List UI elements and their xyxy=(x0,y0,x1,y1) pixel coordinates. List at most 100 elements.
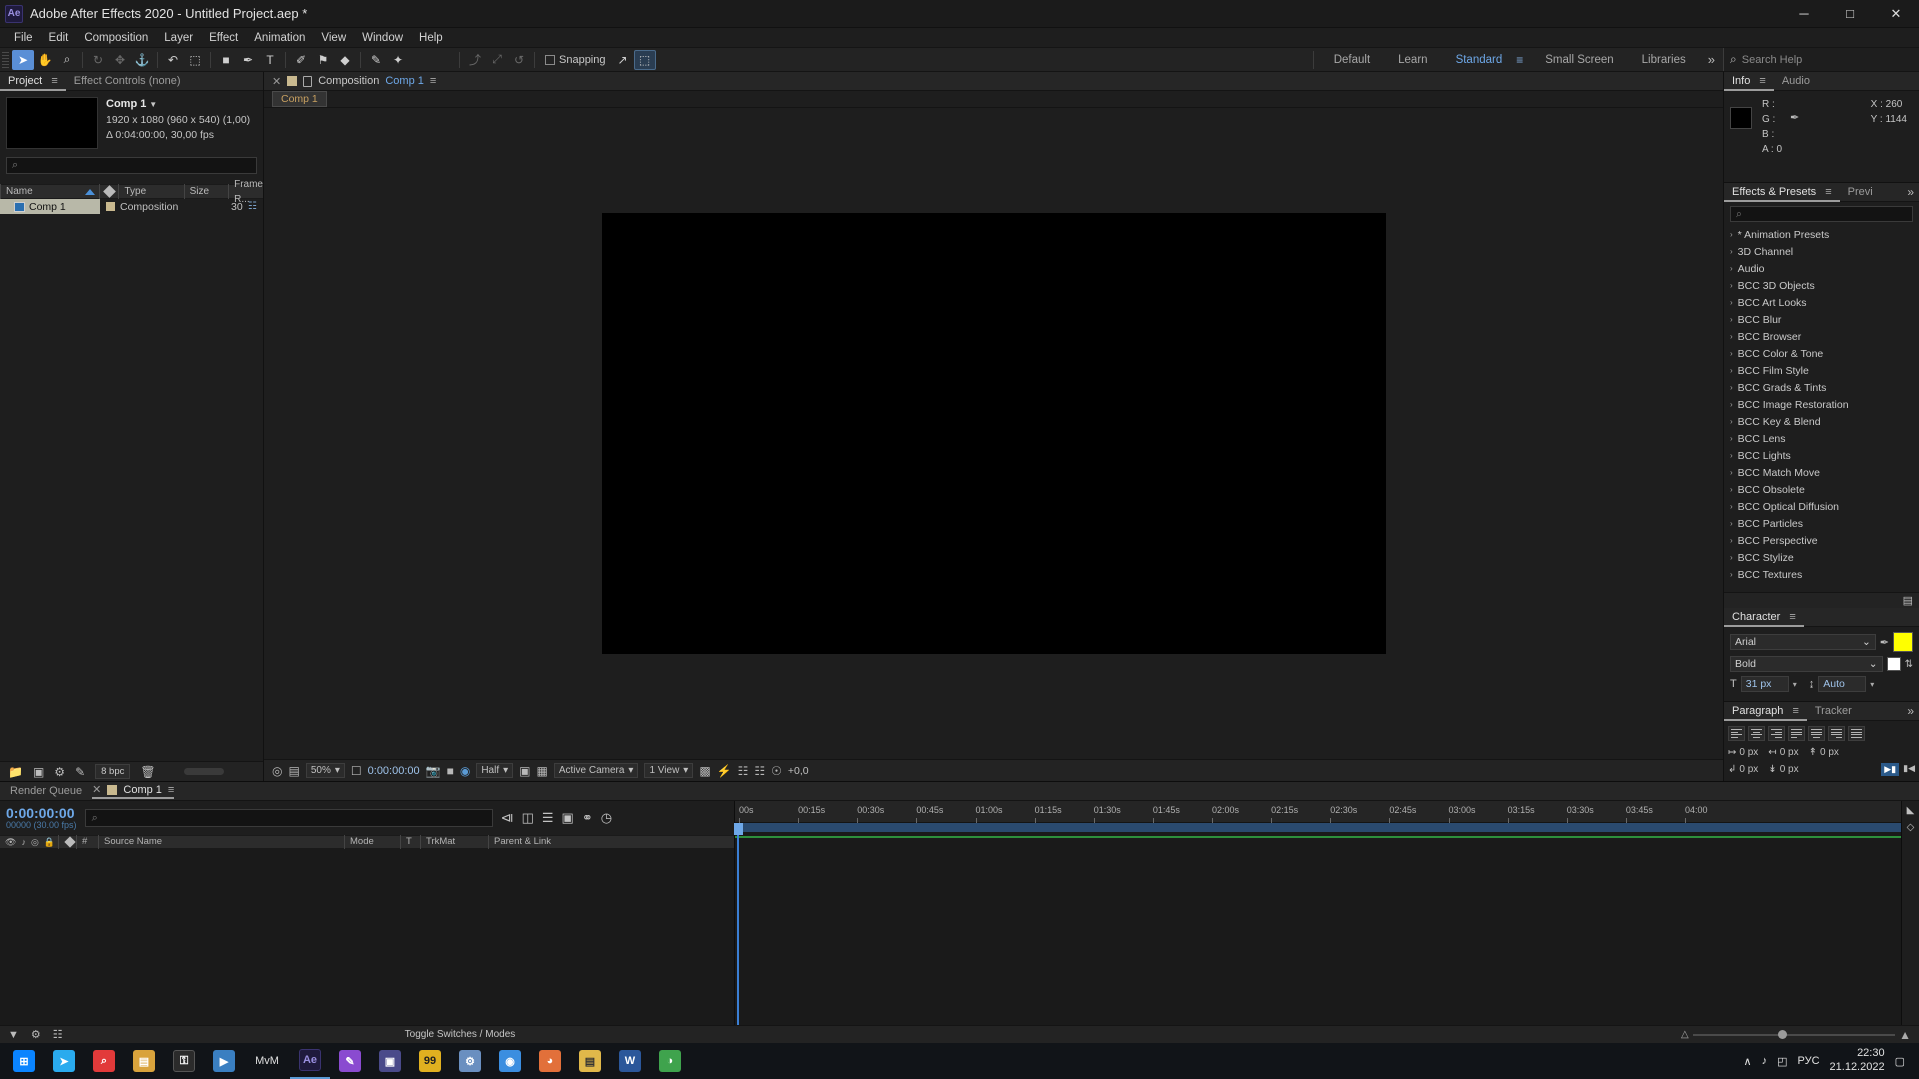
list-item[interactable]: › 3D Channel xyxy=(1724,243,1919,260)
tab-effect-controls[interactable]: Effect Controls (none) xyxy=(66,72,189,91)
timeline-zoom-slider[interactable]: △ ▲ xyxy=(1681,1028,1911,1042)
rotation-tool-icon[interactable]: ↻ xyxy=(87,50,109,70)
list-item[interactable]: › BCC Key & Blend xyxy=(1724,413,1919,430)
effects-search-input[interactable]: ⌕ xyxy=(1730,206,1913,222)
row-name-cell[interactable]: Comp 1 xyxy=(0,199,100,214)
list-item[interactable]: › BCC Blur xyxy=(1724,311,1919,328)
rotate-tool-3d-icon[interactable]: ↺ xyxy=(508,50,530,70)
work-area-end-icon[interactable]: ◣ xyxy=(1907,805,1915,816)
taskbar-app-chrome[interactable]: ◉ xyxy=(490,1043,530,1079)
expand-collapse-icon[interactable]: ▼ xyxy=(8,1029,19,1041)
channel-icon[interactable]: ◉ xyxy=(460,764,470,778)
taskbar-app-lock[interactable]: ⚿ xyxy=(164,1043,204,1079)
toggle-switches-modes-button[interactable]: Toggle Switches / Modes xyxy=(405,1029,516,1040)
column-name[interactable]: Name xyxy=(0,184,99,199)
taskbar-app-green[interactable]: ◑ xyxy=(650,1043,690,1079)
list-item[interactable]: › * Animation Presets xyxy=(1724,226,1919,243)
column-framerate[interactable]: Frame R... xyxy=(228,179,263,205)
list-item[interactable]: › BCC Art Looks xyxy=(1724,294,1919,311)
menu-effect[interactable]: Effect xyxy=(201,30,246,46)
column-label-tag[interactable] xyxy=(98,184,119,199)
leading-chevron-icon[interactable]: ▾ xyxy=(1870,680,1874,689)
video-switch-icon[interactable]: 👁 xyxy=(5,837,16,848)
menu-composition[interactable]: Composition xyxy=(76,30,156,46)
taskbar-app-telegram[interactable]: ➤ xyxy=(44,1043,84,1079)
list-item[interactable]: › BCC Particles xyxy=(1724,515,1919,532)
workspace-learn[interactable]: Learn xyxy=(1384,54,1441,66)
list-item[interactable]: › BCC Lights xyxy=(1724,447,1919,464)
draft-3d-icon[interactable]: ◫ xyxy=(522,810,534,826)
list-item[interactable]: › BCC Optical Diffusion xyxy=(1724,498,1919,515)
undo-arrow-tool-icon[interactable]: ↶ xyxy=(162,50,184,70)
volume-icon[interactable]: ♪ xyxy=(1762,1055,1768,1067)
interpret-footage-icon[interactable]: ✎ xyxy=(75,765,85,779)
puppet-pin-tool-icon[interactable]: ✦ xyxy=(387,50,409,70)
zoom-out-icon[interactable]: △ xyxy=(1681,1029,1689,1040)
taskbar-app-firefox[interactable]: ◕ xyxy=(530,1043,570,1079)
composition-mini-flowchart-icon[interactable]: ⧏ xyxy=(501,810,514,826)
indent-first-field[interactable]: ↲ 0 px xyxy=(1728,764,1758,775)
close-button[interactable]: ✕ xyxy=(1873,0,1919,28)
maximize-button[interactable]: □ xyxy=(1827,0,1873,28)
playhead-handle[interactable] xyxy=(734,823,743,835)
type-tool-icon[interactable]: T xyxy=(259,50,281,70)
snapping-checkbox[interactable] xyxy=(545,54,555,65)
orbit-tool-icon[interactable]: ✥ xyxy=(109,50,131,70)
zoom-tool-icon[interactable]: ⌕ xyxy=(56,50,78,70)
zoom-level-select[interactable]: 50% ▾ xyxy=(305,763,345,778)
tab-comp-1[interactable]: ✕ Comp 1 ≡ xyxy=(92,783,175,799)
project-zoom-slider[interactable] xyxy=(183,768,224,775)
motion-blur-icon[interactable]: ⚭ xyxy=(582,810,593,826)
column-t[interactable]: T xyxy=(400,835,420,849)
column-type[interactable]: Type xyxy=(118,184,183,199)
fill-color-swatch[interactable] xyxy=(1893,632,1913,652)
tab-paragraph[interactable]: Paragraph ≡ xyxy=(1724,702,1807,721)
workspace-overflow-icon[interactable]: » xyxy=(1700,52,1723,67)
viewer-timecode[interactable]: 0:00:00:00 xyxy=(368,765,420,777)
justify-last-right-button[interactable] xyxy=(1828,726,1845,741)
clock[interactable]: 22:30 21.12.2022 xyxy=(1830,1047,1885,1075)
taskbar-app-gear[interactable]: ⚙ xyxy=(450,1043,490,1079)
menu-animation[interactable]: Animation xyxy=(246,30,313,46)
list-item[interactable]: › BCC Lens xyxy=(1724,430,1919,447)
text-direction-rtl-icon[interactable]: ▮◀ xyxy=(1903,763,1915,776)
project-panel-menu-icon[interactable]: ≡ xyxy=(51,75,57,87)
effects-overflow-icon[interactable]: » xyxy=(1907,185,1919,199)
clone-stamp-tool-icon[interactable]: ⚑ xyxy=(312,50,334,70)
font-style-select[interactable]: Bold ⌄ xyxy=(1730,656,1883,672)
stroke-color-swatch[interactable] xyxy=(1886,657,1901,671)
tray-chevron-up-icon[interactable]: ∧ xyxy=(1744,1055,1752,1068)
justify-last-center-button[interactable] xyxy=(1808,726,1825,741)
workspace-default[interactable]: Default xyxy=(1320,54,1384,66)
scale-tool-3d-icon[interactable]: ⤢ xyxy=(486,50,508,70)
list-item[interactable]: › BCC Perspective xyxy=(1724,532,1919,549)
align-center-button[interactable] xyxy=(1748,726,1765,741)
effects-panel-menu-icon[interactable]: ≡ xyxy=(1825,186,1831,198)
leading-field[interactable]: Auto xyxy=(1818,676,1867,692)
close-timeline-tab-icon[interactable]: ✕ xyxy=(92,783,101,796)
column-source-name[interactable]: Source Name xyxy=(98,835,344,849)
layer-switches-icon[interactable]: ☷ xyxy=(53,1028,63,1041)
font-eyedropper-icon[interactable]: ✒ xyxy=(1880,636,1889,649)
zoom-in-icon[interactable]: ▲ xyxy=(1899,1028,1911,1042)
list-item[interactable]: › BCC Film Style xyxy=(1724,362,1919,379)
taskbar-app-explorer[interactable]: ▤ xyxy=(570,1043,610,1079)
magnification-icon[interactable]: ◎ xyxy=(272,764,282,778)
table-row[interactable]: Comp 1 Composition 30 ☷ xyxy=(0,199,263,214)
roto-brush-tool-icon[interactable]: ✎ xyxy=(365,50,387,70)
column-size[interactable]: Size xyxy=(183,184,228,199)
region-of-interest-icon[interactable]: ⬚ xyxy=(633,49,656,70)
character-panel-menu-icon[interactable]: ≡ xyxy=(1789,611,1795,623)
composition-panel-menu-icon[interactable]: ≡ xyxy=(430,75,436,87)
timeline-search-input[interactable]: ⌕ xyxy=(84,809,493,827)
list-item[interactable]: › BCC Obsolete xyxy=(1724,481,1919,498)
tab-project[interactable]: Project ≡ xyxy=(0,72,66,91)
zoom-slider-knob[interactable] xyxy=(1777,1029,1787,1039)
fast-preview-icon[interactable]: ⚡ xyxy=(717,764,732,778)
font-size-field[interactable]: 31 px xyxy=(1740,676,1789,692)
taskbar-app-media-player[interactable]: ▶ xyxy=(204,1043,244,1079)
menu-layer[interactable]: Layer xyxy=(156,30,201,46)
reset-exposure-icon[interactable]: ☉ xyxy=(771,764,782,778)
solo-switch-icon[interactable]: ◎ xyxy=(31,837,39,848)
effects-list[interactable]: › * Animation Presets › 3D Channel › Audio … xyxy=(1724,226,1919,592)
